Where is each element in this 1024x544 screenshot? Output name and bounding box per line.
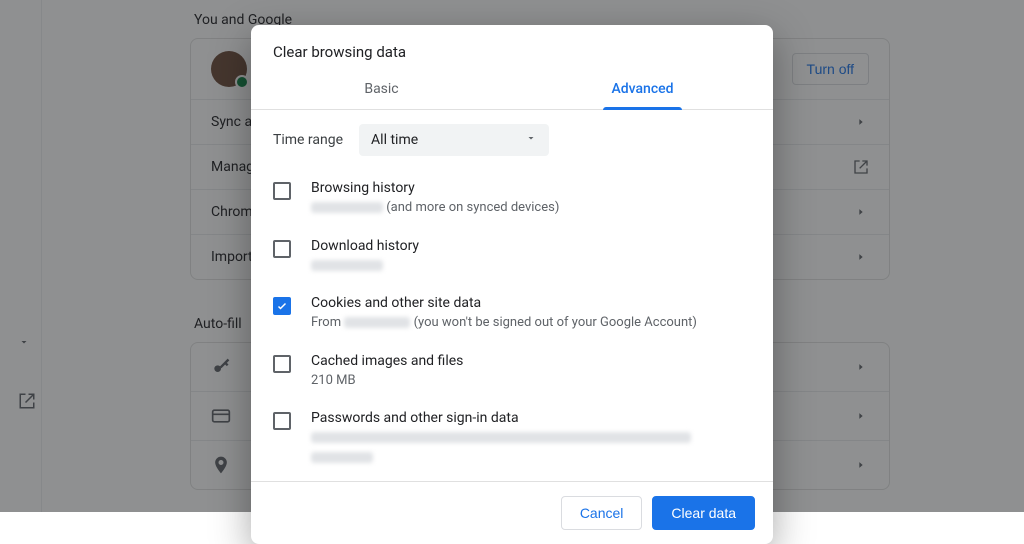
redacted-text	[311, 452, 373, 463]
option-title: Browsing history	[311, 180, 559, 196]
option-title: Cookies and other site data	[311, 295, 697, 311]
time-range-value: All time	[371, 132, 418, 148]
option-subtitle: (and more on synced devices)	[311, 198, 559, 218]
option-download-history[interactable]: Download history	[273, 228, 751, 286]
chevron-down-icon	[525, 132, 537, 148]
redacted-text	[311, 432, 691, 443]
tab-advanced[interactable]: Advanced	[512, 71, 773, 109]
option-title: Download history	[311, 238, 419, 254]
option-subtitle: 210 MB	[311, 371, 463, 391]
time-range-label: Time range	[273, 132, 343, 148]
option-subtitle: From (you won't be signed out of your Go…	[311, 313, 697, 333]
option-passwords[interactable]: Passwords and other sign-in data	[273, 400, 751, 477]
time-range-select[interactable]: All time	[359, 124, 549, 156]
tab-basic[interactable]: Basic	[251, 71, 512, 109]
checkbox-cached[interactable]	[273, 355, 291, 373]
checkbox-download-history[interactable]	[273, 240, 291, 258]
modal-overlay: Clear browsing data Basic Advanced Time …	[0, 0, 1024, 512]
option-cookies[interactable]: Cookies and other site data From (you won…	[273, 285, 751, 343]
option-browsing-history[interactable]: Browsing history (and more on synced dev…	[273, 170, 751, 228]
redacted-text	[344, 317, 410, 328]
redacted-text	[311, 202, 383, 213]
checkbox-passwords[interactable]	[273, 412, 291, 430]
option-title: Cached images and files	[311, 353, 463, 369]
dialog-footer: Cancel Clear data	[251, 481, 773, 544]
checkbox-browsing-history[interactable]	[273, 182, 291, 200]
clear-data-button[interactable]: Clear data	[652, 496, 755, 530]
redacted-text	[311, 260, 383, 271]
clear-browsing-data-dialog: Clear browsing data Basic Advanced Time …	[251, 25, 773, 544]
dialog-tabs: Basic Advanced	[251, 71, 773, 110]
option-title: Passwords and other sign-in data	[311, 410, 691, 426]
checkbox-cookies[interactable]	[273, 297, 291, 315]
time-range-row: Time range All time	[251, 110, 773, 164]
clear-options-list: Browsing history (and more on synced dev…	[251, 164, 773, 481]
cancel-button[interactable]: Cancel	[561, 496, 643, 530]
dialog-title: Clear browsing data	[251, 25, 773, 71]
option-subtitle	[311, 256, 419, 276]
option-subtitle	[311, 428, 691, 467]
option-cached[interactable]: Cached images and files 210 MB	[273, 343, 751, 401]
